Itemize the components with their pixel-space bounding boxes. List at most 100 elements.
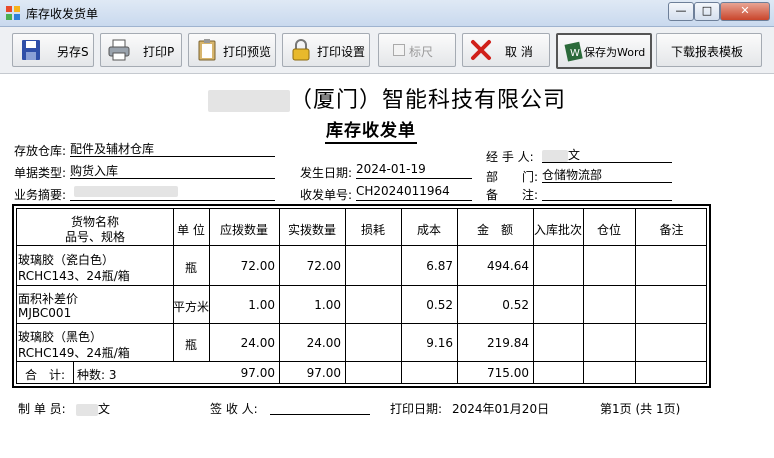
table-row-unit: 瓶 [184,338,197,352]
print-date-value: 2024年01月20日 [452,402,550,416]
dept-label-b: 门: [522,170,539,184]
remark-label-a: 备 [486,188,499,202]
number-field: CH2024011964 [356,184,472,201]
redacted-handler [542,149,568,162]
table-row-amount: 219.84 [487,336,529,350]
total-actual: 97.00 [306,366,341,380]
dept-value: 仓储物流部 [542,168,603,182]
table-row-name: 玻璃胶（瓷白色） [18,253,115,267]
summary-field [70,184,275,201]
header-remark: 备注 [659,223,684,237]
redacted-maker [76,403,98,416]
maker-label: 制 单 员: [18,402,66,416]
table-row-spec: MJBC001 [18,306,72,320]
table-row-actual: 72.00 [306,259,341,273]
minimize-button[interactable]: — [668,2,694,21]
maker-value-text: 文 [98,402,111,416]
row-divider [17,323,706,324]
maximize-icon: □ [701,4,713,17]
warehouse-field: 配件及辅材仓库 [70,140,275,157]
total-kinds: 种数: 3 [77,368,117,382]
table-row-due: 72.00 [240,259,275,273]
row-divider [17,361,706,362]
remark-label-b: 注: [522,188,539,202]
table-row-actual: 1.00 [314,298,341,312]
date-value: 2024-01-19 [356,162,426,176]
header-batch: 入库批次 [533,223,582,237]
row-divider [17,245,706,246]
handler-value: 文 [568,148,581,162]
total-due: 97.00 [240,366,275,380]
lock-icon [292,39,310,61]
table-row-cost: 0.52 [426,298,453,312]
table-row-amount: 494.64 [487,259,529,273]
download-template-button[interactable]: 下载报表模板 [656,33,762,67]
header-amount: 金 额 [476,223,513,237]
dept-field: 仓储物流部 [542,166,672,183]
maximize-button[interactable]: □ [694,2,720,21]
app-icon [6,6,20,20]
doc-type-label: 单据类型: [14,166,67,180]
table-row-spec: RCHC149、24瓶/箱 [18,346,130,360]
ruler-label: 标尺 [409,45,434,59]
print-preview-button[interactable]: 打印预览 [188,33,276,67]
print-label: 打印P [143,45,175,59]
goods-table: 货物名称 品号、规格 单 位 应拨数量 实拨数量 损耗 成本 金 额 入库批次 … [12,204,711,388]
table-row-spec: RCHC143、24瓶/箱 [18,269,130,283]
table-row-name: 面积补差价 [18,292,79,306]
total-amount: 715.00 [487,366,529,380]
col-divider-total [73,361,74,383]
print-settings-button[interactable]: 打印设置 [282,33,370,67]
cancel-button[interactable]: 取 消 [462,33,550,67]
date-field: 2024-01-19 [356,162,472,179]
company-name-text: （厦门）智能科技有限公司 [289,88,566,113]
table-row-name: 玻璃胶（黑色） [18,330,103,344]
cancel-label: 取 消 [505,45,533,59]
total-label: 合 计: [25,368,66,382]
number-label: 收发单号: [300,188,353,202]
form-title: 库存收发单 [325,116,417,144]
save-word-label: 保存为Word [584,46,646,59]
redacted-summary [74,186,178,197]
receiver-label: 签 收 人: [210,402,258,416]
report-paper: （厦门）智能科技有限公司 库存收发单 存放仓库: 配件及辅材仓库 单据类型: 购… [0,74,774,458]
remark-field [542,184,672,201]
close-icon: ✕ [740,4,750,17]
print-button[interactable]: 打印P [100,33,182,67]
table-row-due: 1.00 [248,298,275,312]
red-x-icon [471,40,491,60]
clipboard-icon [198,39,216,61]
minimize-icon: — [675,4,687,17]
save-as-label: 另存S [57,45,89,59]
header-loss: 损耗 [360,223,385,237]
title-bar: 库存收发货单 — □ ✕ [0,0,774,27]
download-template-label: 下载报表模板 [671,45,744,59]
save-word-button[interactable]: W 保存为Word [556,33,652,69]
maker-value: 文 [76,400,110,417]
summary-label: 业务摘要: [14,188,67,202]
close-button[interactable]: ✕ [720,2,770,21]
print-settings-label: 打印设置 [317,45,366,59]
redacted-company-prefix [207,90,290,112]
header-due-qty: 应拨数量 [219,223,268,237]
table-row-actual: 24.00 [306,336,341,350]
table-row-unit: 瓶 [184,261,197,275]
doc-type-field: 购货入库 [70,162,275,179]
goods-table-inner: 货物名称 品号、规格 单 位 应拨数量 实拨数量 损耗 成本 金 额 入库批次 … [16,208,707,384]
header-cost: 成本 [416,223,441,237]
window-title: 库存收发货单 [26,7,99,21]
company-name: （厦门）智能科技有限公司 [0,82,774,114]
save-as-button[interactable]: 另存S [12,33,94,67]
table-row-cost: 9.16 [426,336,453,350]
header-spec: 品号、规格 [64,230,125,244]
number-value: CH2024011964 [356,184,450,198]
row-divider [17,285,706,286]
header-actual-qty: 实拨数量 [287,223,336,237]
svg-text:W: W [570,48,580,59]
ruler-checkbox-box [393,44,405,56]
receiver-field [270,398,370,415]
table-row-cost: 6.87 [426,259,453,273]
ruler-checkbox[interactable]: 标尺 [378,33,456,67]
print-date-label: 打印日期: [390,402,443,416]
print-preview-label: 打印预览 [223,45,272,59]
